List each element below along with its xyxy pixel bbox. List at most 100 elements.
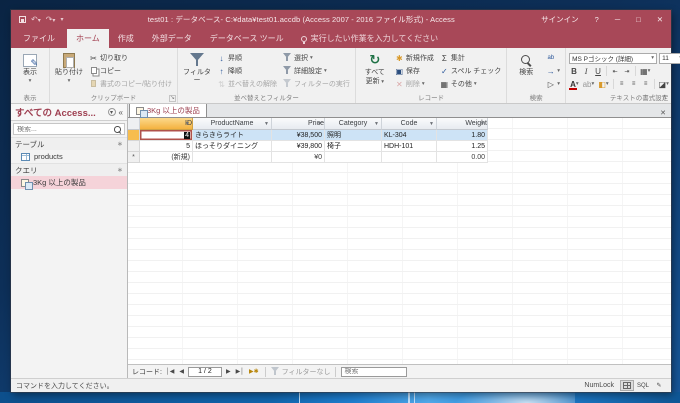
help-button[interactable]: ? xyxy=(587,10,607,28)
cell-category[interactable]: 照明 xyxy=(325,130,382,141)
remove-sort-button[interactable]: ⇅ 並べ替えの解除 xyxy=(215,78,279,90)
new-blank-record-button[interactable]: ▶✱ xyxy=(248,368,260,375)
undo-button[interactable]: ↶▾ xyxy=(31,15,41,24)
record-position-box[interactable] xyxy=(187,366,222,377)
sort-ascending-button[interactable]: ↓ 昇順 xyxy=(215,52,279,64)
underline-button[interactable]: U xyxy=(593,66,603,77)
save-record-button[interactable]: ▣ 保存 xyxy=(393,65,436,77)
column-header-category[interactable]: Category ▼ xyxy=(325,118,382,130)
cell-id[interactable]: (新規) xyxy=(140,152,193,163)
selection-button[interactable]: 選択 ▾ xyxy=(281,52,352,64)
select-all-corner[interactable] xyxy=(128,118,140,130)
font-size-select[interactable]: 11 ▾ xyxy=(659,52,680,64)
column-header-code[interactable]: Code ▼ xyxy=(382,118,437,130)
customize-qat-button[interactable]: ▾ xyxy=(60,16,63,23)
toggle-filter-button[interactable]: フィルターの実行 xyxy=(281,78,352,90)
new-record-button[interactable]: ✱ 新規作成 xyxy=(393,52,436,64)
column-header-weight[interactable]: Weight ▼ xyxy=(437,118,488,130)
copy-button[interactable]: コピー xyxy=(87,65,174,77)
section-collapse-icon[interactable]: ∗ xyxy=(117,166,123,174)
totals-button[interactable]: Σ 集計 xyxy=(438,52,503,64)
row-selector[interactable] xyxy=(128,130,140,141)
chevron-down-icon[interactable]: ▼ xyxy=(374,121,379,127)
first-record-button[interactable]: │◀ xyxy=(165,368,175,375)
goto-button[interactable]: → ▾ xyxy=(544,65,562,77)
gridlines-button[interactable]: ▦ ▾ xyxy=(639,66,651,77)
cell-weight[interactable]: 1.80 xyxy=(437,130,488,141)
sidebar-item-query-3kg[interactable]: 3Kg 以上の製品 xyxy=(11,176,127,190)
refresh-all-button[interactable]: ↻ すべて 更新 ▾ xyxy=(359,50,391,91)
cell-category[interactable]: 椅子 xyxy=(325,141,382,152)
cut-button[interactable]: ✂ 切り取り xyxy=(87,52,174,64)
sidebar-item-products[interactable]: products xyxy=(11,150,127,163)
last-record-button[interactable]: ▶│ xyxy=(235,368,245,375)
bold-button[interactable]: B xyxy=(569,66,579,77)
spell-check-button[interactable]: ✓ スペル チェック xyxy=(438,65,503,77)
column-header-id[interactable]: ID ▼ xyxy=(140,118,193,130)
chevron-down-icon[interactable]: ▼ xyxy=(185,121,190,127)
sidebar-section-queries[interactable]: クエリ ∗ xyxy=(11,163,127,176)
increase-indent-button[interactable]: ⇥ xyxy=(622,66,632,77)
cell-productname[interactable]: きらきらライト xyxy=(193,130,272,141)
cell-price[interactable]: ¥39,800 xyxy=(272,141,325,152)
datasheet-view-button[interactable] xyxy=(620,380,634,391)
new-record-selector[interactable]: * xyxy=(128,152,140,163)
background-color-button[interactable]: ◧ ▾ xyxy=(597,79,609,90)
navigation-search-box[interactable] xyxy=(13,123,125,135)
navigation-menu-icon[interactable]: ▾ xyxy=(107,108,116,116)
italic-button[interactable]: I xyxy=(581,66,591,77)
align-center-button[interactable]: ≡ xyxy=(629,79,639,90)
font-color-button[interactable]: A ▾ xyxy=(569,79,580,90)
find-button[interactable]: 検索 xyxy=(510,50,542,91)
tell-me-box[interactable]: 実行したい作業を入力してください xyxy=(293,33,447,48)
close-document-icon[interactable]: ✕ xyxy=(655,109,671,117)
close-button[interactable]: ✕ xyxy=(649,10,671,28)
tab-home[interactable]: ホーム xyxy=(67,29,109,48)
more-button[interactable]: ▦ その他 ▾ xyxy=(438,78,503,90)
align-right-button[interactable]: ≡ xyxy=(641,79,651,90)
replace-button[interactable]: ab xyxy=(544,52,562,64)
sql-view-button[interactable]: SQL xyxy=(636,380,650,391)
chevron-down-icon[interactable]: ▼ xyxy=(264,121,269,127)
cell-productname[interactable] xyxy=(193,152,272,163)
filter-button[interactable]: フィルター xyxy=(181,50,213,91)
sidebar-section-tables[interactable]: テーブル ∗ xyxy=(11,137,127,150)
filter-status[interactable]: フィルターなし xyxy=(270,367,330,377)
cell-id[interactable]: 4 xyxy=(140,130,193,141)
document-tab-query[interactable]: 3Kg 以上の製品 xyxy=(129,103,207,118)
previous-record-button[interactable]: ◀ xyxy=(178,368,185,375)
navigation-search-input[interactable] xyxy=(17,125,111,133)
design-view-button[interactable]: ✎ xyxy=(652,380,666,391)
cell-code[interactable] xyxy=(382,152,437,163)
collapse-ribbon-button[interactable]: ∧ xyxy=(662,93,667,101)
alternate-row-color-button[interactable]: ◪ ▾ xyxy=(658,79,670,90)
dialog-launcher-icon[interactable]: ↘ xyxy=(168,95,176,102)
delete-record-button[interactable]: ✕ 削除 ▾ xyxy=(393,78,436,90)
chevron-down-icon[interactable]: ▼ xyxy=(480,121,485,127)
format-painter-button[interactable]: 書式のコピー/貼り付け xyxy=(87,78,174,90)
cell-price[interactable]: ¥0 xyxy=(272,152,325,163)
cell-category[interactable] xyxy=(325,152,382,163)
paste-button[interactable]: 貼り付け ▾ xyxy=(53,50,85,91)
cell-price[interactable]: ¥38,500 xyxy=(272,130,325,141)
row-selector[interactable] xyxy=(128,141,140,152)
sort-descending-button[interactable]: ↑ 降順 xyxy=(215,65,279,77)
maximize-button[interactable]: □ xyxy=(628,10,649,28)
sign-in-button[interactable]: サインイン xyxy=(533,10,587,28)
column-header-productname[interactable]: ProductName ▼ xyxy=(193,118,272,130)
section-collapse-icon[interactable]: ∗ xyxy=(117,140,123,148)
advanced-filter-button[interactable]: 詳細設定 ▾ xyxy=(281,65,352,77)
decrease-indent-button[interactable]: ⇤ xyxy=(610,66,620,77)
next-record-button[interactable]: ▶ xyxy=(225,368,232,375)
tab-file[interactable]: ファイル xyxy=(11,29,67,48)
minimize-button[interactable]: ─ xyxy=(607,10,628,28)
column-header-price[interactable]: Price ▼ xyxy=(272,118,325,130)
redo-button[interactable]: ↷▾ xyxy=(46,15,56,24)
tab-external-data[interactable]: 外部データ xyxy=(143,29,201,48)
chevron-down-icon[interactable]: ▼ xyxy=(429,121,434,127)
cell-productname[interactable]: ほっそりダイニング xyxy=(193,141,272,152)
cell-weight[interactable]: 0.00 xyxy=(437,152,488,163)
shutter-bar-close-icon[interactable]: « xyxy=(119,108,123,117)
font-name-select[interactable]: MS Pゴシック (詳細) ▾ xyxy=(569,52,658,64)
cell-id[interactable]: 5 xyxy=(140,141,193,152)
